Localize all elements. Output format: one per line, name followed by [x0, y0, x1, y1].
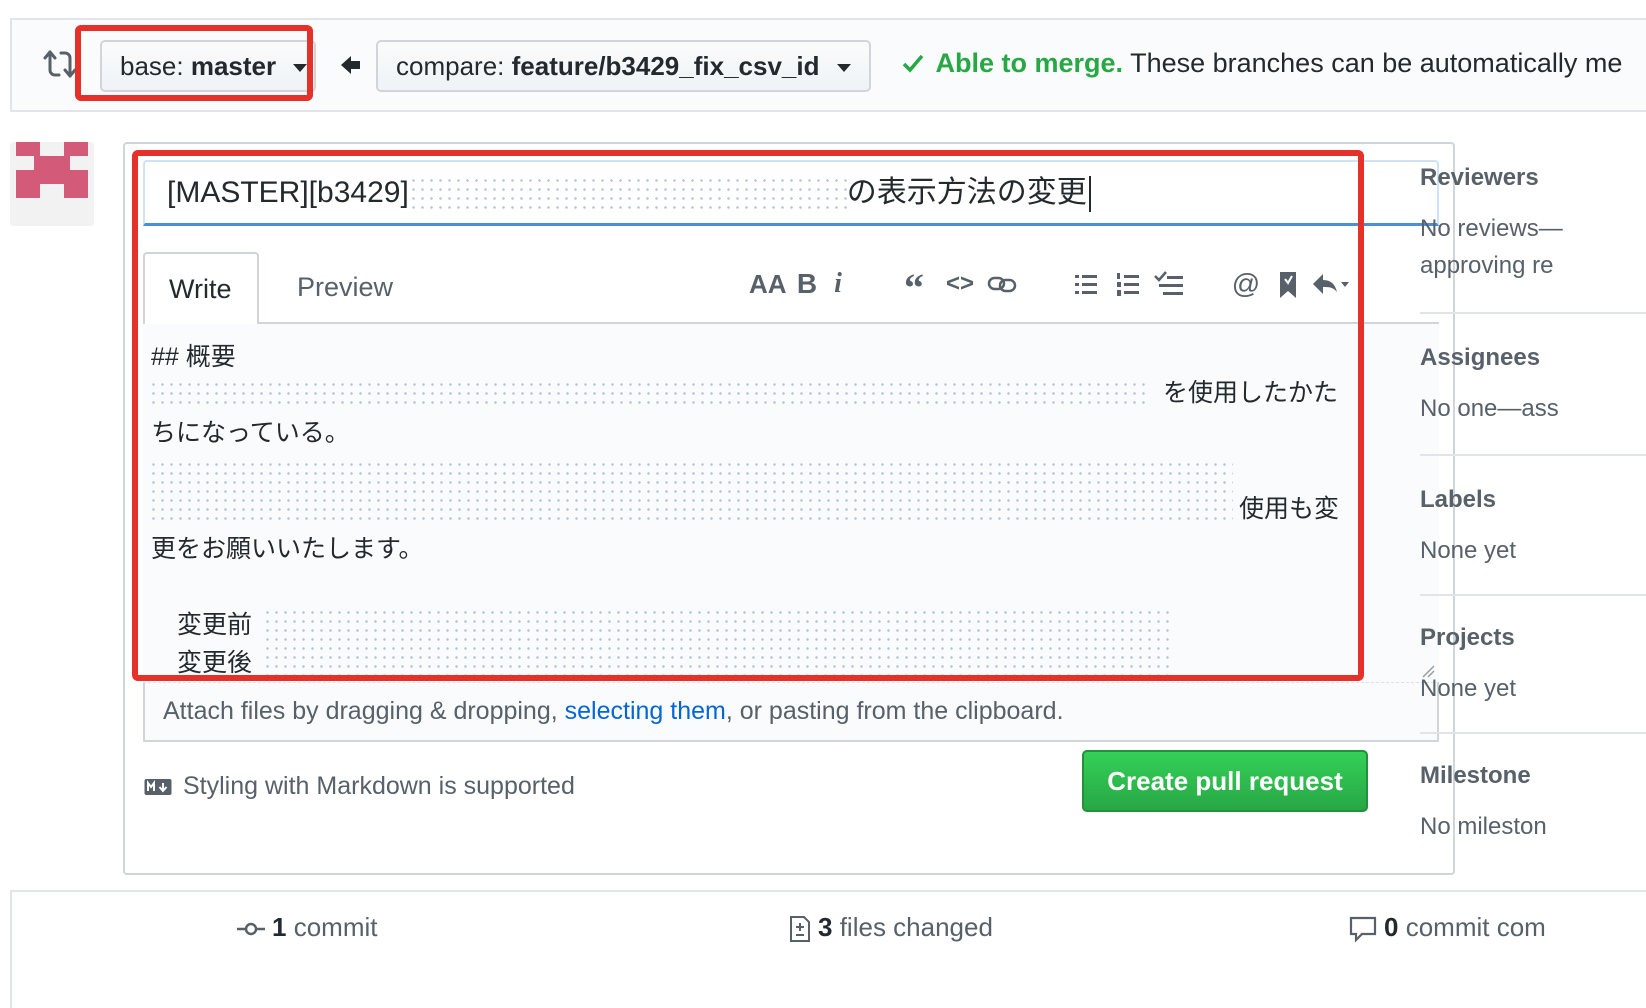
commit-comments-stat[interactable]: 0 commit com: [1348, 912, 1546, 943]
compare-prefix: compare:: [396, 51, 505, 81]
projects-text: None yet: [1420, 675, 1517, 702]
merge-status-text: These branches can be automatically me: [1130, 48, 1623, 78]
reviewers-text-line-2: approving re: [1420, 252, 1554, 279]
body-heading-line: ## 概要: [151, 343, 236, 371]
pr-title-suffix: の表示方法の変更: [846, 176, 1087, 209]
compare-branch-select[interactable]: compare: feature/b3429_fix_csv_id: [376, 40, 871, 92]
base-branch-name: master: [190, 51, 277, 81]
sidebar-divider: [1420, 454, 1646, 456]
markdown-icon: [144, 779, 172, 796]
bookmark-icon[interactable]: [1277, 266, 1299, 302]
redacted-body-segment: [263, 608, 1171, 680]
base-branch-select[interactable]: base: master: [100, 40, 316, 92]
create-pull-request-button[interactable]: Create pull request: [1082, 750, 1368, 812]
body-line-1-end: を使用したかた: [1163, 379, 1339, 407]
arrow-left-icon: [341, 56, 360, 74]
attach-text-pre: Attach files by dragging & dropping,: [163, 697, 565, 725]
merge-ok-label: Able to merge.: [935, 48, 1124, 78]
reviewers-heading: Reviewers: [1420, 164, 1539, 191]
reviewers-text: No reviews— approving re: [1420, 210, 1646, 284]
reply-icon[interactable]: [1309, 266, 1353, 302]
redacted-body-segment: [149, 380, 1149, 406]
comment-icon: [1349, 917, 1377, 943]
pull-request-form: [MASTER][b3429] の表示方法の変更 Write Preview AA…: [123, 142, 1455, 875]
files-changed-stat[interactable]: 3 files changed: [788, 912, 993, 944]
body-line-2: ちになっている。: [151, 419, 350, 447]
sidebar-labels[interactable]: Labels None yet: [1420, 486, 1646, 569]
commits-label: commit: [293, 912, 378, 942]
assignees-heading: Assignees: [1420, 344, 1541, 371]
tab-preview[interactable]: Preview: [273, 252, 417, 324]
files-label: files changed: [839, 912, 993, 942]
code-icon[interactable]: <>: [943, 266, 977, 302]
body-line-4: 更をお願いいたします。: [151, 535, 424, 563]
text-size-icon[interactable]: AA: [749, 266, 787, 302]
compare-branch-name: feature/b3429_fix_csv_id: [511, 51, 820, 81]
labels-text: None yet: [1420, 537, 1517, 564]
markdown-note[interactable]: Styling with Markdown is supported: [143, 772, 575, 801]
quote-icon[interactable]: “: [899, 266, 929, 310]
caret-down-icon: [836, 64, 851, 73]
pr-title-prefix: [MASTER][b3429]: [167, 176, 409, 209]
attach-text-post: , or pasting from the clipboard.: [725, 697, 1064, 725]
avatar: [10, 142, 94, 226]
base-prefix: base:: [120, 51, 184, 81]
link-icon[interactable]: [987, 266, 1017, 302]
redacted-body-segment: [149, 460, 1233, 526]
commits-count: 1: [272, 912, 287, 942]
stats-bar: 1 commit 3 files changed 0 commit com: [10, 890, 1646, 1008]
compare-bar: base: master compare: feature/b3429_fix_…: [10, 18, 1646, 112]
labels-heading: Labels: [1420, 486, 1497, 513]
redacted-title-segment: [408, 176, 847, 213]
attach-files-bar[interactable]: Attach files by dragging & dropping, sel…: [143, 682, 1439, 742]
sidebar-divider: [1420, 312, 1646, 314]
pr-title-input[interactable]: [MASTER][b3429] の表示方法の変更: [143, 160, 1439, 226]
bold-icon[interactable]: B: [793, 266, 821, 302]
body-line-3-end: 使用も変: [1239, 495, 1340, 523]
milestone-heading: Milestone: [1420, 762, 1531, 789]
bulleted-list-icon[interactable]: [1073, 266, 1099, 302]
check-icon: [902, 54, 924, 73]
merge-status: Able to merge. These branches can be aut…: [902, 48, 1622, 79]
text-cursor: [1088, 176, 1091, 213]
italic-icon[interactable]: i: [827, 266, 849, 302]
projects-heading: Projects: [1420, 624, 1515, 651]
task-list-icon[interactable]: [1153, 266, 1185, 302]
assignees-text: No one—ass: [1420, 395, 1559, 422]
selecting-them-link[interactable]: selecting them: [565, 697, 726, 725]
comments-label: commit com: [1405, 912, 1546, 942]
tab-write[interactable]: Write: [143, 252, 259, 326]
numbered-list-icon[interactable]: [1115, 266, 1141, 302]
compare-swap-icon[interactable]: [40, 44, 80, 84]
comments-count: 0: [1384, 912, 1399, 942]
identicon-icon: [16, 142, 88, 198]
commit-icon: [237, 922, 265, 936]
sidebar-projects[interactable]: Projects None yet: [1420, 624, 1646, 707]
files-count: 3: [818, 912, 833, 942]
file-diff-icon: [790, 916, 810, 943]
mention-icon[interactable]: @: [1231, 266, 1261, 302]
pr-body-textarea[interactable]: ## 概要 を使用したかた ちになっている。 使用も変 更をお願いいたします。 …: [143, 324, 1439, 682]
editor-header: Write Preview AA B i “ <> @: [143, 240, 1439, 326]
caret-down-icon: [293, 64, 308, 73]
milestone-text: No mileston: [1420, 813, 1547, 840]
reviewers-text-line-1: No reviews—: [1420, 215, 1563, 242]
sidebar-assignees[interactable]: Assignees No one—ass: [1420, 344, 1646, 427]
body-before-label: 変更前: [177, 611, 253, 639]
sidebar-divider: [1420, 732, 1646, 734]
sidebar-divider: [1420, 594, 1646, 596]
body-after-label: 変更後: [177, 649, 253, 677]
markdown-note-text: Styling with Markdown is supported: [183, 772, 575, 800]
sidebar-milestone[interactable]: Milestone No mileston: [1420, 762, 1646, 845]
commits-stat[interactable]: 1 commit: [236, 912, 377, 943]
sidebar-reviewers[interactable]: Reviewers No reviews— approving re: [1420, 164, 1646, 284]
